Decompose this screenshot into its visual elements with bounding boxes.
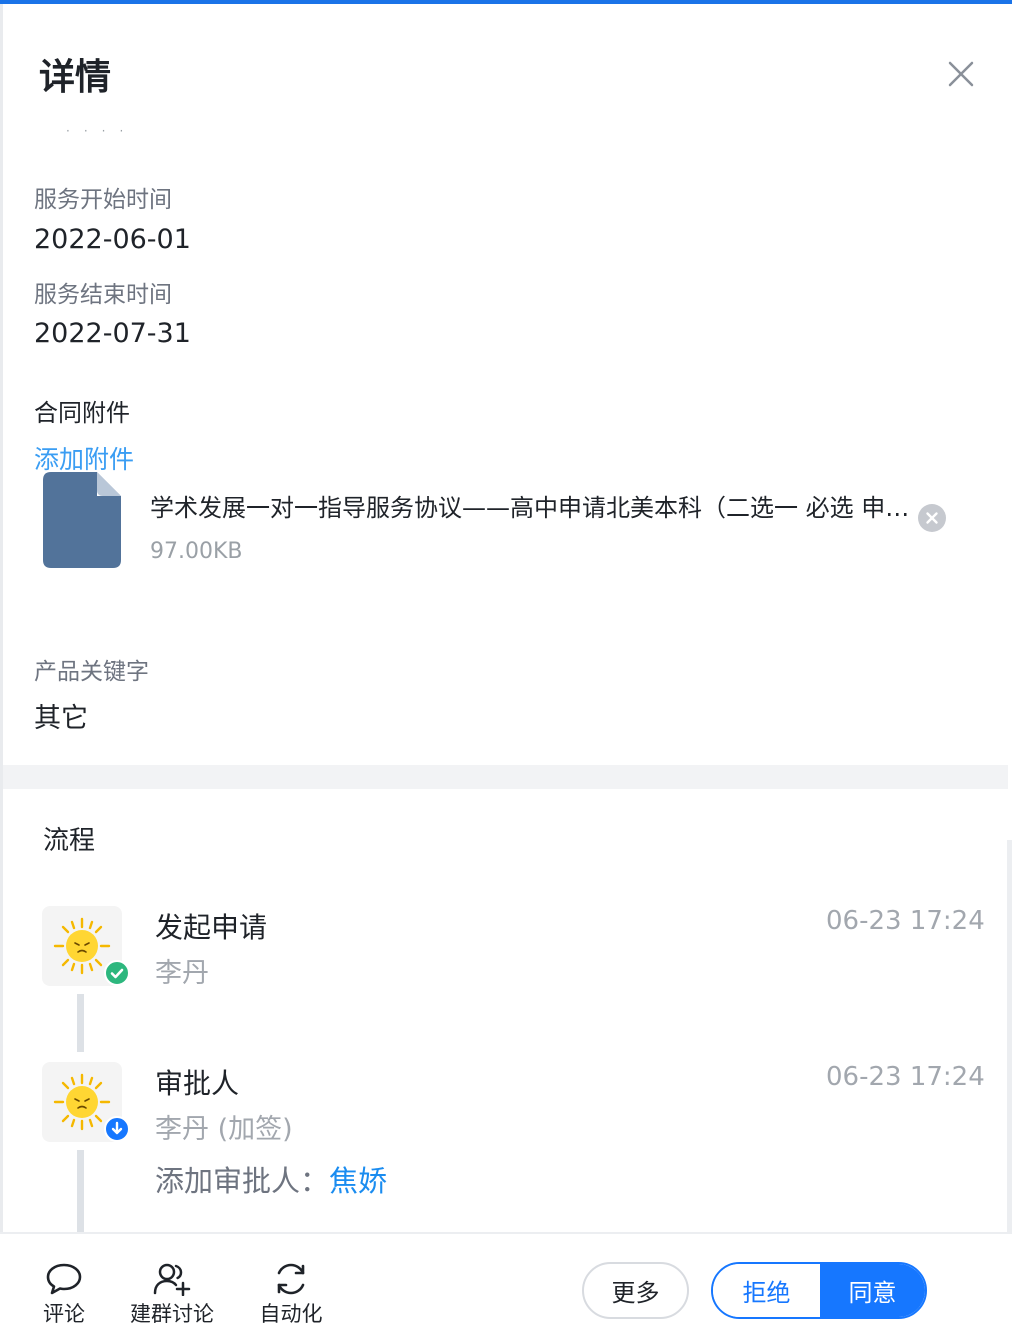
section-divider xyxy=(3,765,1008,789)
file-icon[interactable] xyxy=(43,472,121,568)
scrollbar[interactable] xyxy=(1007,840,1012,1240)
step-name: 发起申请 xyxy=(155,911,268,944)
step-name: 审批人 xyxy=(155,1067,240,1100)
flow-title: 流程 xyxy=(43,826,96,856)
automation-icon[interactable] xyxy=(273,1262,309,1296)
arrow-down-icon xyxy=(104,1116,130,1142)
approver-name-link[interactable]: 焦娇 xyxy=(329,1164,387,1198)
step-person: 李丹 xyxy=(155,958,209,989)
group-discussion-button[interactable]: 建群讨论 xyxy=(127,1262,217,1328)
attachment-file-name[interactable]: 学术发展一对一指导服务协议——高中申请北美本科（二选一 必选 申请英国本科+辅导… xyxy=(150,488,920,523)
service-start-value: 2022-06-01 xyxy=(34,224,191,255)
close-icon[interactable] xyxy=(941,54,981,94)
product-keyword-value: 其它 xyxy=(34,703,88,734)
automation-label: 自动化 xyxy=(259,1302,323,1326)
agree-button[interactable]: 同意 xyxy=(820,1264,925,1317)
service-end-label: 服务结束时间 xyxy=(34,282,172,308)
step-time: 06-23 17:24 xyxy=(826,906,985,936)
contract-attachment-label: 合同附件 xyxy=(34,399,130,427)
remove-attachment-button[interactable] xyxy=(918,504,946,532)
avatar xyxy=(42,1062,130,1142)
step-time: 06-23 17:24 xyxy=(826,1062,985,1092)
check-icon xyxy=(104,960,130,986)
close-button[interactable] xyxy=(941,54,981,94)
flow-connector xyxy=(77,1150,84,1232)
avatar xyxy=(42,906,130,986)
comment-button[interactable]: 评论 xyxy=(38,1262,90,1328)
panel-header: 详情 xyxy=(3,4,1008,120)
add-attachment-link[interactable]: 添加附件 xyxy=(34,440,134,476)
attachment-file-size: 97.00KB xyxy=(150,539,243,564)
service-end-value: 2022-07-31 xyxy=(34,318,191,349)
comment-icon[interactable] xyxy=(45,1262,83,1296)
add-approver-row: 添加审批人：焦娇 xyxy=(155,1158,387,1200)
flow-connector xyxy=(77,994,84,1052)
decision-button-group: 拒绝 同意 xyxy=(711,1262,927,1319)
reject-button[interactable]: 拒绝 xyxy=(713,1264,820,1317)
step-person: 李丹 (加签) xyxy=(155,1114,293,1145)
automation-button[interactable]: 自动化 xyxy=(257,1262,325,1328)
close-circle-icon[interactable] xyxy=(918,504,946,532)
group-discussion-label: 建群讨论 xyxy=(130,1302,214,1326)
add-group-icon[interactable] xyxy=(152,1262,192,1296)
left-edge xyxy=(0,4,3,1340)
product-keyword-label: 产品关键字 xyxy=(34,659,149,685)
page-title: 详情 xyxy=(39,57,112,98)
scrolled-content-fragment: ···· xyxy=(66,124,138,138)
comment-label: 评论 xyxy=(43,1302,85,1326)
add-approver-label: 添加审批人： xyxy=(155,1164,330,1198)
more-button[interactable]: 更多 xyxy=(582,1262,689,1319)
service-start-label: 服务开始时间 xyxy=(34,187,172,213)
